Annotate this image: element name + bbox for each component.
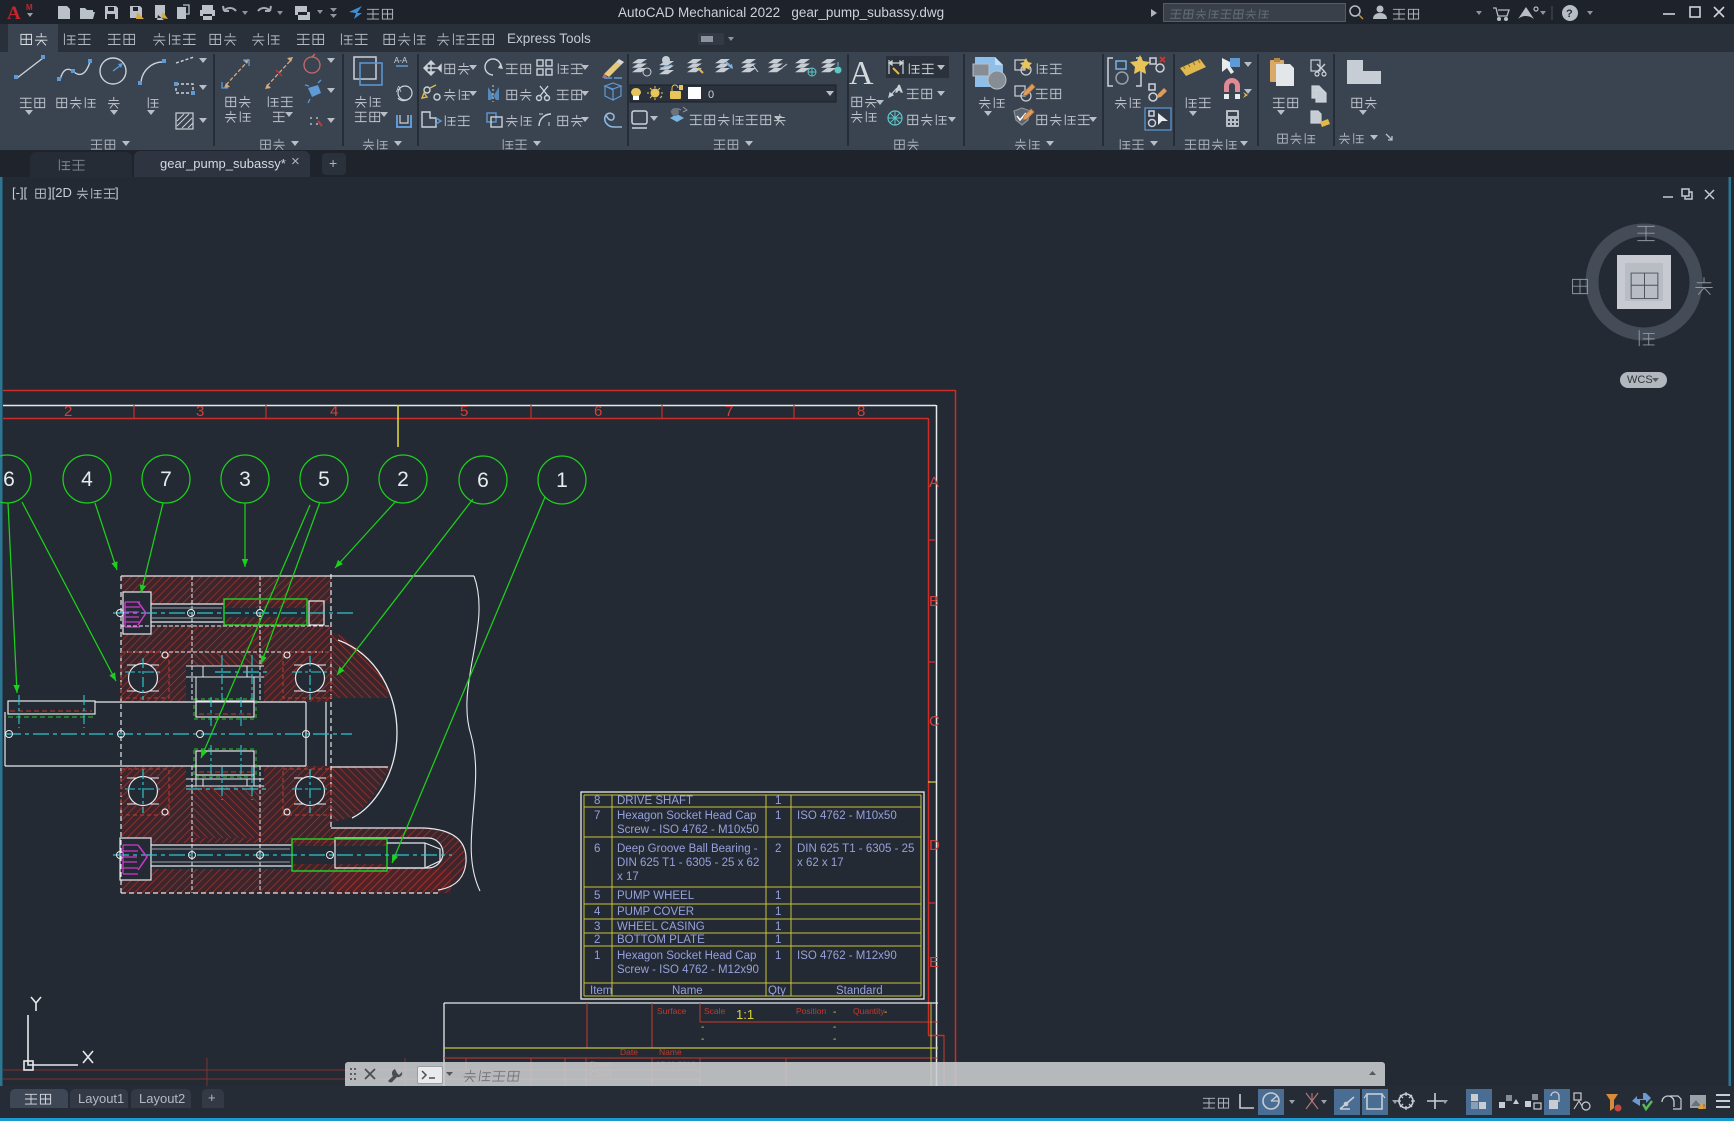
svg-text:!: ! — [1703, 1104, 1705, 1111]
